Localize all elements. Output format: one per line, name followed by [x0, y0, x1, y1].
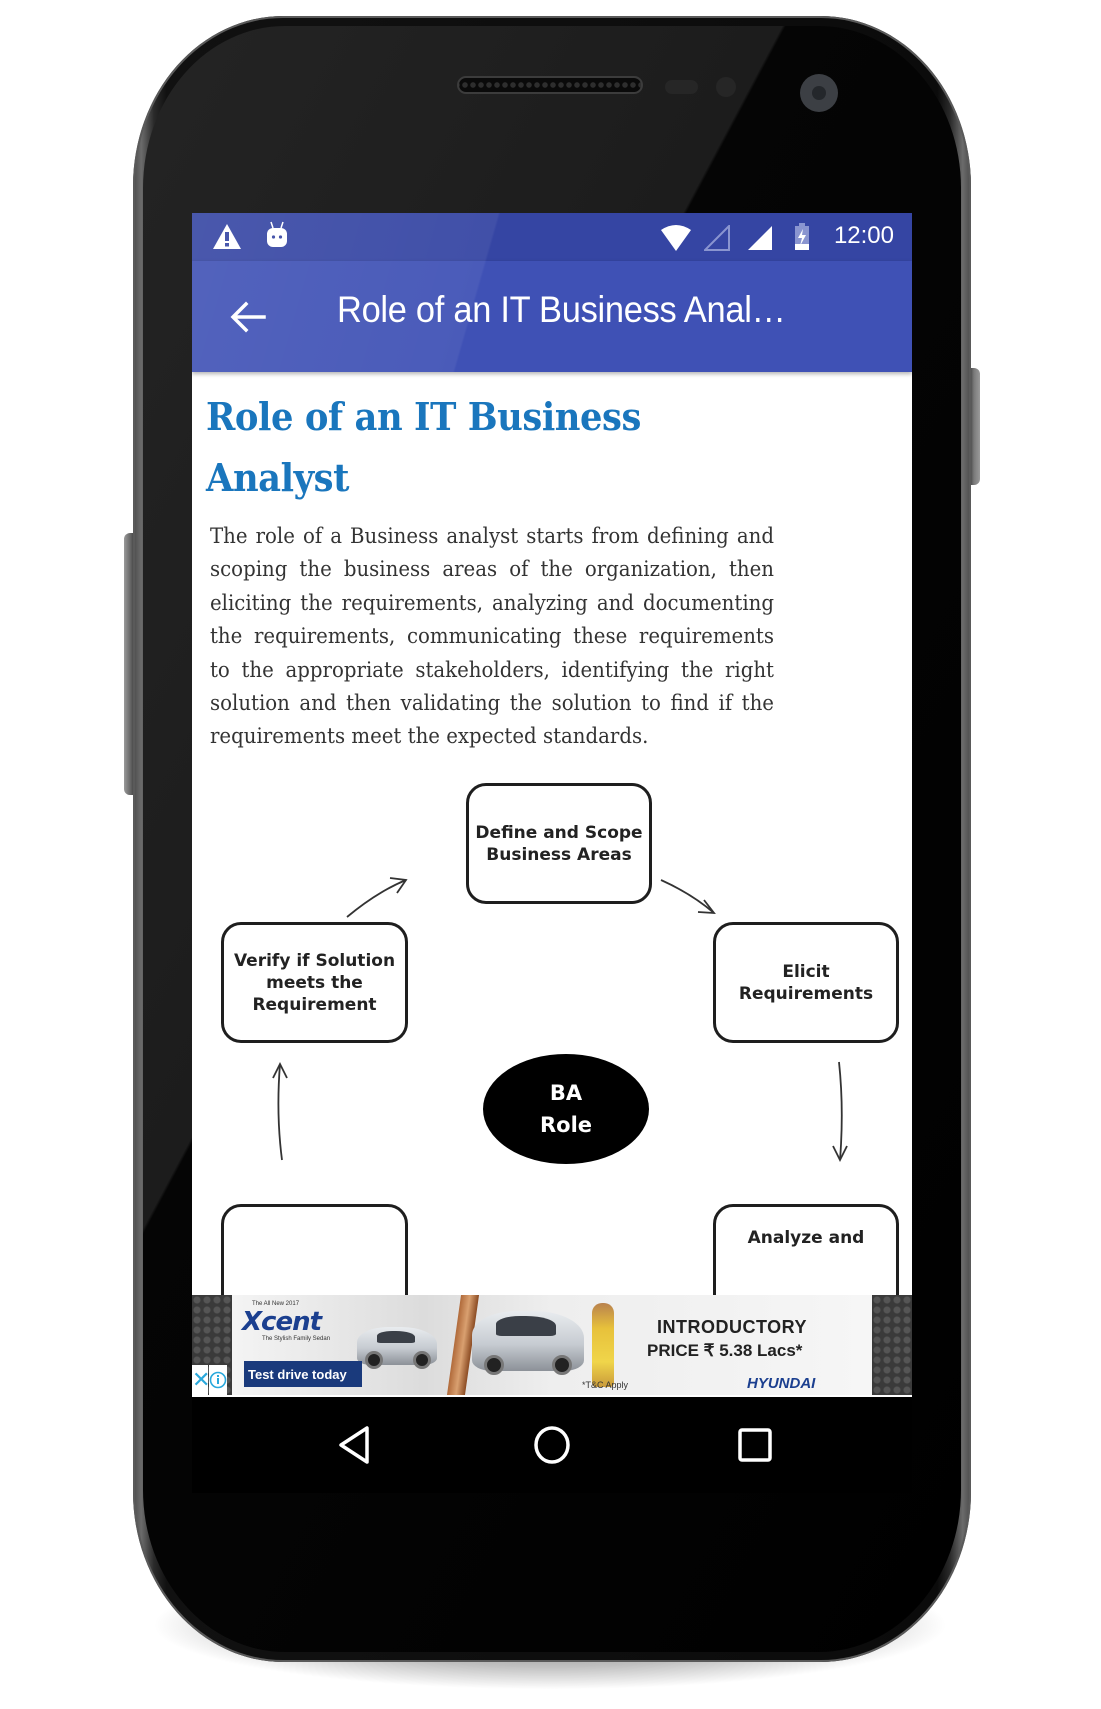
ad-banner[interactable]: The All New 2017 Xcent The Stylish Famil… [192, 1295, 912, 1395]
ad-info-button[interactable] [209, 1365, 227, 1395]
arrow-verify-to-define [346, 877, 408, 918]
front-camera [800, 74, 838, 112]
status-bar: 12:00 [192, 213, 912, 261]
ad-model-person [592, 1303, 614, 1387]
article-heading: Role of an IT Business Analyst [206, 394, 641, 500]
app-bar: Role of an IT Business Anal… [192, 261, 912, 372]
box-define-scope-label: Define and Scope Business Areas [475, 822, 643, 865]
arrow-up-to-verify [272, 1061, 288, 1161]
proximity-sensor [665, 80, 698, 94]
wifi-icon [660, 224, 692, 257]
box-define-scope: Define and Scope Business Areas [466, 783, 652, 904]
ad-headline: INTRODUCTORY [657, 1317, 807, 1337]
triangle-back-icon [339, 1426, 369, 1464]
circle-home-icon [534, 1426, 570, 1464]
earpiece-speaker [457, 76, 643, 94]
battery-charging-icon [794, 223, 810, 256]
status-time: 12:00 [833, 222, 894, 249]
box-elicit-requirements: Elicit Requirements [713, 922, 899, 1043]
nav-recents-button[interactable] [737, 1427, 773, 1468]
ad-creative[interactable]: The All New 2017 Xcent The Stylish Famil… [232, 1295, 872, 1395]
car-image-small [357, 1327, 437, 1369]
power-button [970, 368, 980, 485]
box-elicit-requirements-label: Elicit Requirements [738, 961, 874, 1004]
app-bar-title: Role of an IT Business Anal… [337, 289, 786, 330]
nav-back-button[interactable] [337, 1425, 371, 1470]
article-content[interactable]: Role of an IT Business Analyst The role … [192, 372, 912, 1295]
back-button[interactable] [228, 299, 270, 335]
signal-full-icon [747, 225, 773, 256]
ad-tagline: The Stylish Family Sedan [262, 1336, 331, 1342]
ba-role-label: BA Role [539, 1081, 593, 1137]
box-verify-solution-label: Verify if Solution meets the Requirement [233, 950, 396, 1015]
android-debug-icon [266, 221, 288, 254]
car-image-large [472, 1311, 584, 1375]
box-analyze-document-label: Analyze and [747, 1228, 865, 1248]
ad-model-logo: Xcent [242, 1307, 322, 1337]
arrow-left-icon [230, 301, 266, 333]
square-recents-icon [738, 1428, 772, 1462]
ba-role-diagram: Define and Scope Business Areas Verify if… [192, 783, 912, 1295]
warning-icon [212, 223, 242, 255]
light-sensor [716, 77, 736, 97]
box-bottom-left [221, 1204, 408, 1295]
ad-cta-button[interactable]: Test drive today [244, 1361, 362, 1387]
arrow-elicit-to-analyze [832, 1061, 848, 1163]
ad-maker-logo: HYUNDAI [747, 1375, 816, 1392]
ad-terms: *T&C Apply [582, 1380, 629, 1390]
signal-empty-icon [702, 223, 730, 256]
box-verify-solution: Verify if Solution meets the Requirement [221, 922, 408, 1043]
nav-home-button[interactable] [532, 1425, 572, 1470]
arrow-define-to-elicit [660, 879, 716, 915]
ad-close-button[interactable]: ✕ [192, 1365, 210, 1395]
box-analyze-document: Analyze and [713, 1204, 899, 1295]
navigation-bar [192, 1397, 912, 1493]
ba-role-ellipse: BA Role [483, 1054, 649, 1164]
info-icon [209, 1371, 227, 1389]
article-paragraph: The role of a Business analyst starts fr… [210, 524, 774, 749]
phone-screen: 12:00 Role of an IT Business Anal… Role … [192, 213, 912, 1493]
ad-price: PRICE ₹ 5.38 Lacs* [647, 1341, 803, 1360]
